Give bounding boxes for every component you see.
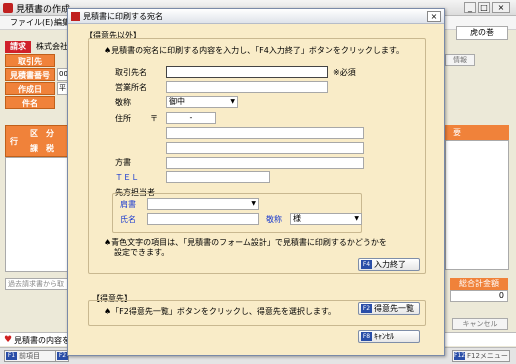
contact-honorific-value: 様 (293, 214, 301, 223)
tips-button[interactable]: 虎の巻 (456, 26, 508, 40)
close-icon[interactable]: × (427, 11, 441, 22)
estimate-no-label: 見積書番号 (5, 68, 55, 81)
close-window-icon[interactable]: × (492, 2, 510, 13)
grid-body-right[interactable] (445, 140, 509, 270)
note-line-2: 設定できます。 (114, 248, 170, 257)
customer-name-input[interactable] (166, 66, 328, 78)
postal-code-input[interactable]: - (166, 112, 216, 124)
created-date-label: 作成日 (5, 82, 55, 95)
chevron-down-icon: ▼ (230, 98, 235, 105)
total-value: 0 (450, 290, 508, 302)
grid-header: 行 区 分 課 税 (5, 125, 71, 157)
contact-title-select[interactable]: ▼ (147, 198, 259, 210)
invoice-tab[interactable]: 請求 (5, 41, 31, 53)
address-line1-input[interactable] (166, 127, 364, 139)
customer-name-label: 取引先名 (115, 68, 147, 77)
address-label: 住所 (115, 114, 131, 123)
required-note: ※必須 (333, 68, 356, 77)
dialog-app-icon (71, 12, 80, 21)
f8-key-icon: F8 (361, 332, 372, 341)
grid-col-tax: 課 税 (30, 144, 54, 153)
finish-input-button[interactable]: F4 入力終了 (358, 258, 420, 271)
menu-file[interactable]: ファイル(E) (10, 17, 53, 28)
grid-col-category: 区 分 (30, 129, 54, 138)
contact-name-input[interactable] (147, 213, 259, 225)
branch-label: 営業所名 (115, 83, 147, 92)
honorific-select[interactable]: 御中 ▼ (166, 96, 238, 108)
chevron-down-icon: ▼ (251, 200, 256, 207)
cancel-button[interactable]: F8 ｷｬﾝｾﾙ (358, 330, 420, 343)
subject-label: 件名 (5, 96, 55, 109)
fkey-f12-button[interactable]: F12 F12メニュー (452, 350, 510, 362)
customer-list-button[interactable]: F2 得意先一覧 (358, 302, 420, 315)
address-dialog: 見積書に印刷する宛名 × 【得意先以外】 ♠見積書の宛名に印刷する内容を入力し、… (67, 8, 445, 356)
address-line2-input[interactable] (166, 142, 364, 154)
tel-input[interactable] (166, 171, 270, 183)
f1-key-icon: F1 (6, 352, 17, 360)
address-line3-input[interactable] (166, 157, 364, 169)
f12-key-icon: F12 (454, 352, 466, 360)
maximize-icon[interactable]: □ (478, 2, 490, 13)
cancel-label: ｷｬﾝｾﾙ (374, 332, 394, 341)
customer-instruction: ♠「F2得意先一覧」ボタンをクリックし、得意先を選択します。 (104, 307, 337, 316)
chevron-down-icon: ▼ (354, 215, 359, 222)
contact-honorific-label: 敬称 (266, 215, 282, 224)
grid-row-header: 行 (10, 137, 18, 146)
tel-label: ＴＥＬ (115, 173, 139, 182)
right-col-header: 要 (445, 125, 509, 141)
contact-name-label: 氏名 (120, 215, 136, 224)
right-col-header-label: 要 (453, 128, 461, 137)
branch-input[interactable] (166, 81, 328, 93)
contact-honorific-select[interactable]: 様 ▼ (290, 213, 362, 225)
total-header: 総合計金額 (450, 278, 508, 290)
main-window-title: 見積書の作成 (16, 5, 71, 15)
fkey-f1-label: 前項目 (19, 352, 40, 360)
postal-mark: 〒 (150, 114, 158, 123)
status-text: 見積書の内容を (14, 336, 70, 345)
customer-list-label: 得意先一覧 (374, 304, 414, 313)
contact-title-label: 肩書 (120, 200, 136, 209)
company-text: 株式会社 (36, 42, 68, 51)
attention-label: 方書 (115, 158, 131, 167)
info-button[interactable]: 情報 (445, 54, 475, 66)
heart-icon: ♥ (4, 335, 13, 345)
fkey-f1-button[interactable]: F1 前項目 (4, 350, 62, 362)
top-instruction: ♠見積書の宛名に印刷する内容を入力し、「F4入力終了」ボタンをクリックします。 (104, 46, 405, 55)
dialog-title: 見積書に印刷する宛名 (83, 12, 163, 21)
customer-label: 取引先 (5, 54, 55, 67)
grid-body[interactable] (5, 157, 71, 272)
past-invoice-field[interactable]: 過去請求書から取 (5, 278, 71, 290)
finish-input-label: 入力終了 (374, 260, 406, 269)
honorific-label: 敬称 (115, 98, 131, 107)
main-cancel-button[interactable]: キャンセル (452, 318, 508, 330)
dialog-titlebar: 見積書に印刷する宛名 × (68, 9, 444, 24)
f4-key-icon: F4 (361, 260, 372, 269)
app-icon (3, 3, 13, 13)
fkey-f12-label: F12メニュー (467, 352, 508, 360)
honorific-select-value: 御中 (169, 97, 185, 106)
f2-key-icon: F2 (361, 304, 372, 313)
minimize-icon[interactable]: _ (464, 2, 476, 13)
